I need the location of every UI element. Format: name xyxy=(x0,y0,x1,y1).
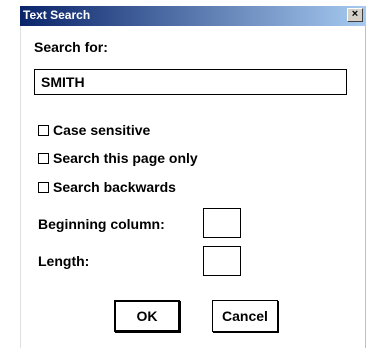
case-sensitive-label: Case sensitive xyxy=(53,122,151,138)
length-label: Length: xyxy=(38,253,90,269)
close-button[interactable]: × xyxy=(347,8,363,22)
title-bar[interactable]: Text Search × xyxy=(20,6,366,26)
search-this-page-option[interactable]: Search this page only xyxy=(38,149,198,167)
search-this-page-checkbox[interactable] xyxy=(38,152,49,164)
search-backwards-label: Search backwards xyxy=(53,179,176,195)
search-for-label: Search for: xyxy=(34,39,108,55)
close-icon: × xyxy=(351,8,359,20)
window-title: Text Search xyxy=(23,8,91,22)
search-backwards-checkbox[interactable] xyxy=(38,181,49,193)
search-input[interactable] xyxy=(34,69,347,95)
case-sensitive-checkbox[interactable] xyxy=(38,124,49,136)
beginning-column-label: Beginning column: xyxy=(38,216,165,232)
cancel-button-label: Cancel xyxy=(222,308,268,324)
cancel-button[interactable]: Cancel xyxy=(212,300,278,332)
search-backwards-option[interactable]: Search backwards xyxy=(38,178,176,196)
case-sensitive-option[interactable]: Case sensitive xyxy=(38,121,150,139)
beginning-column-input[interactable] xyxy=(203,208,241,238)
ok-button[interactable]: OK xyxy=(114,300,180,332)
dialog-right-border xyxy=(365,26,366,348)
text-search-dialog: Text Search × Search for: Case sensitive… xyxy=(20,6,366,348)
ok-button-label: OK xyxy=(136,308,158,324)
search-this-page-label: Search this page only xyxy=(53,150,198,166)
dialog-left-border xyxy=(20,26,21,348)
length-input[interactable] xyxy=(203,246,241,276)
